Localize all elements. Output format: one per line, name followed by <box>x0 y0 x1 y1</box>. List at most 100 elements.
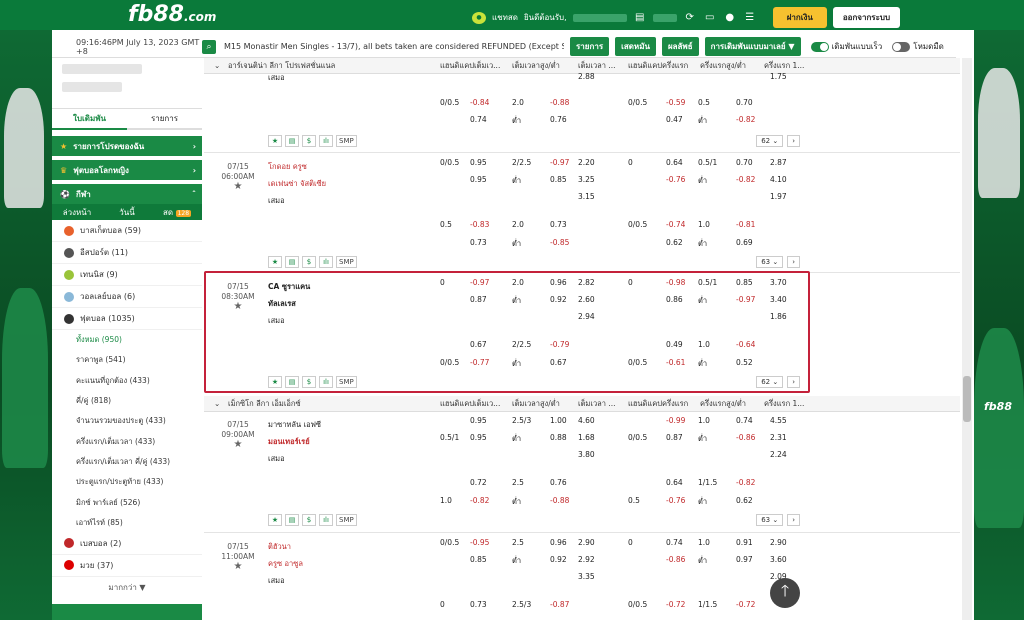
odds-cell[interactable]: 0.5/1 <box>440 433 459 442</box>
odds-cell[interactable]: 0/0.5 <box>628 433 647 442</box>
odds-cell[interactable]: 0/0.5 <box>440 158 459 167</box>
sport-item[interactable]: อีสปอร์ต (11) <box>52 242 202 264</box>
odds-cell[interactable]: -0.72 <box>736 600 755 609</box>
odds-cell[interactable]: 0.85 <box>736 278 753 287</box>
sport-item[interactable]: เบสบอล (2) <box>52 533 202 555</box>
odds-cell[interactable]: 0 <box>440 600 445 609</box>
odds-cell[interactable]: 0.86 <box>666 295 683 304</box>
odds-cell[interactable]: 3.15 <box>578 192 595 201</box>
odds-cell[interactable]: 1.0 <box>440 496 452 505</box>
odds-cell[interactable]: 0.85 <box>550 175 567 184</box>
tab-early[interactable]: ล่วงหน้า <box>52 206 102 219</box>
chat-link[interactable]: แชทสด <box>492 11 518 24</box>
odds-cell[interactable]: 0.87 <box>470 295 487 304</box>
odds-cell[interactable]: 2.24 <box>770 450 787 459</box>
results-button[interactable]: ผลลัพธ์ <box>661 37 699 56</box>
next-button[interactable]: › <box>787 514 800 526</box>
settle-button[interactable]: เสดหมัน <box>615 37 656 56</box>
stats-icon[interactable]: ▤ <box>285 514 299 526</box>
odds-cell[interactable]: 3.40 <box>770 295 787 304</box>
odds-cell[interactable]: 2.88 <box>578 72 595 81</box>
favorite-star-icon[interactable]: ★ <box>214 182 262 192</box>
football-sub-item[interactable]: มิกซ์ พาร์เลย์ (526) <box>52 492 202 512</box>
odds-cell[interactable]: 1.75 <box>770 72 787 81</box>
favorites-header[interactable]: ★ รายการโปรดของฉัน › <box>52 136 202 156</box>
more-markets-select[interactable]: 63 ⌄ <box>756 256 784 268</box>
football-sub-item[interactable]: ครึ่งแรก/เต็มเวลา (433) <box>52 431 202 451</box>
odds-cell[interactable]: 0.47 <box>666 115 683 124</box>
collapse-chevron-icon[interactable]: ⌄ <box>214 61 220 70</box>
deposit-button[interactable]: ฝากเงิน <box>772 7 827 28</box>
odds-cell[interactable]: 0.74 <box>666 538 683 547</box>
odds-cell[interactable]: -0.84 <box>470 98 489 107</box>
tab-list[interactable]: รายการ <box>127 112 202 125</box>
odds-cell[interactable]: 3.80 <box>578 450 595 459</box>
odds-cell[interactable]: 2.92 <box>578 555 595 564</box>
next-button[interactable]: › <box>787 135 800 147</box>
odds-cell[interactable]: 1.00 <box>550 416 567 425</box>
odds-cell[interactable]: 2/2.5 <box>512 340 531 349</box>
odds-cell[interactable]: 0/0.5 <box>628 98 647 107</box>
odds-cell[interactable]: 0.62 <box>736 496 753 505</box>
odds-cell[interactable]: -0.95 <box>470 538 489 547</box>
odds-cell[interactable]: -0.82 <box>736 115 755 124</box>
away-team[interactable]: ครูซ อาซูล <box>268 555 303 572</box>
more-link[interactable]: มากกว่า ▼ <box>52 577 202 598</box>
odds-cell[interactable]: 2.87 <box>770 158 787 167</box>
dark-mode-toggle[interactable] <box>892 41 911 52</box>
odds-cell[interactable]: 0.67 <box>470 340 487 349</box>
tab-today[interactable]: วันนี้ <box>102 206 152 219</box>
odds-cell[interactable]: 4.10 <box>770 175 787 184</box>
home-team[interactable]: โกดอย ครูซ <box>268 158 326 175</box>
away-team[interactable]: เดเฟนซ่า จัสติเซีย <box>268 175 326 192</box>
tab-betslip[interactable]: ใบเดิมพัน <box>52 108 127 130</box>
tab-live[interactable]: สด 128 <box>152 206 202 219</box>
dollar-icon[interactable]: $ <box>302 514 316 526</box>
odds-cell[interactable]: -0.79 <box>550 340 569 349</box>
odds-cell[interactable]: 0.96 <box>550 278 567 287</box>
more-markets-select[interactable]: 62 ⌄ <box>756 135 784 147</box>
odds-cell[interactable]: 2.0 <box>512 278 524 287</box>
chart-icon[interactable]: ılı <box>319 256 333 268</box>
odds-cell[interactable]: 0 <box>440 278 445 287</box>
odds-cell[interactable]: 0.76 <box>550 115 567 124</box>
chart-icon[interactable]: ılı <box>319 135 333 147</box>
odds-cell[interactable]: -0.82 <box>736 175 755 184</box>
odds-cell[interactable]: 1/1.5 <box>698 600 717 609</box>
odds-cell[interactable]: -0.59 <box>666 98 685 107</box>
smp-icon[interactable]: SMP <box>336 135 357 147</box>
odds-cell[interactable]: 0.52 <box>736 358 753 367</box>
odds-cell[interactable]: 0.95 <box>470 158 487 167</box>
stats-icon[interactable]: ▤ <box>285 376 299 388</box>
odds-cell[interactable]: -0.98 <box>666 278 685 287</box>
odds-cell[interactable]: 0.96 <box>550 538 567 547</box>
odds-cell[interactable]: -0.81 <box>736 220 755 229</box>
football-sub-item[interactable]: เอาท์ไรท์ (85) <box>52 513 202 533</box>
more-markets-select[interactable]: 63 ⌄ <box>756 514 784 526</box>
history-icon[interactable]: ⟳ <box>683 12 697 24</box>
chart-icon[interactable]: ılı <box>319 514 333 526</box>
chat-icon[interactable]: ● <box>472 11 486 24</box>
odds-cell[interactable]: 0/0.5 <box>628 600 647 609</box>
list-icon[interactable]: ☰ <box>743 12 757 24</box>
dollar-icon[interactable]: $ <box>302 376 316 388</box>
scroll-top-button[interactable]: 🡑 <box>770 578 800 608</box>
odds-cell[interactable]: 4.55 <box>770 416 787 425</box>
odds-cell[interactable]: -0.87 <box>550 600 569 609</box>
odds-cell[interactable]: 0.69 <box>736 238 753 247</box>
away-team[interactable]: ทัลเลเรส <box>268 295 310 312</box>
odds-cell[interactable]: -0.76 <box>666 175 685 184</box>
home-team[interactable]: มาซาทลัน เอฟซี <box>268 416 321 433</box>
odds-cell[interactable]: 1.0 <box>698 340 710 349</box>
smp-icon[interactable]: SMP <box>336 514 357 526</box>
quick-bet-toggle[interactable] <box>810 41 829 52</box>
next-button[interactable]: › <box>787 376 800 388</box>
odds-cell[interactable]: -0.97 <box>470 278 489 287</box>
odds-cell[interactable]: 3.35 <box>578 572 595 581</box>
odds-cell[interactable]: -0.88 <box>550 98 569 107</box>
promo-icon[interactable]: ▭ <box>703 12 717 24</box>
announcement[interactable]: M15 Monastir Men Singles - 13/7), all be… <box>224 42 564 51</box>
sport-item[interactable]: มวย (37) <box>52 555 202 577</box>
dollar-icon[interactable]: $ <box>302 256 316 268</box>
sports-header[interactable]: ⚽ กีฬา ˆ <box>52 184 202 204</box>
